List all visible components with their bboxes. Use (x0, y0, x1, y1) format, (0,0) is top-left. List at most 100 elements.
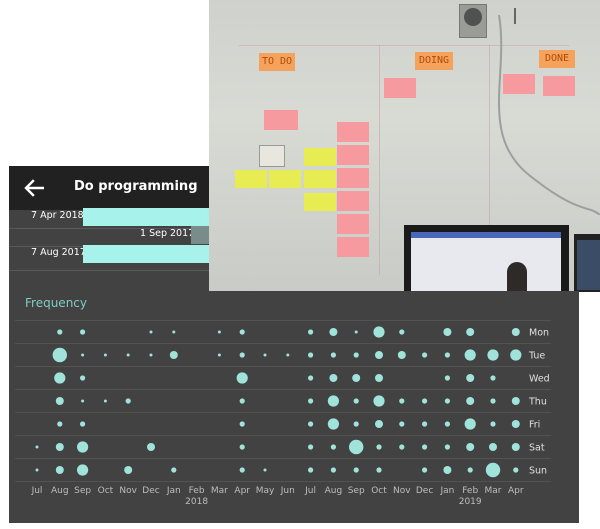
cable (498, 15, 600, 215)
sticky-note (337, 214, 369, 234)
frequency-dot (511, 420, 520, 428)
frequency-dot (263, 468, 267, 472)
frequency-dot (81, 353, 85, 357)
frequency-dot (239, 398, 245, 404)
month-label: Feb (462, 486, 478, 496)
frequency-dot (489, 443, 497, 451)
frequency-dot (327, 395, 339, 407)
month-label: Nov (393, 486, 411, 496)
month-label: Sep (348, 486, 365, 496)
frequency-dot (35, 468, 39, 472)
frequency-dot (375, 420, 383, 428)
frequency-dot (80, 421, 86, 427)
frequency-dot (443, 466, 452, 474)
month-label: Aug (51, 486, 69, 496)
frequency-dot (308, 329, 314, 335)
month-label: May (256, 486, 275, 496)
frequency-dot (422, 398, 428, 404)
month-label: Dec (416, 486, 433, 496)
frequency-dot (239, 467, 245, 473)
frequency-dot (444, 375, 450, 381)
frequency-dot (171, 467, 177, 473)
frequency-dot (55, 466, 64, 474)
monitor-screen (577, 240, 600, 290)
frequency-dot (149, 330, 153, 334)
frequency-panel: Frequency Mon Tue Wed Thu Fri Sat Sun Jul Aug Sep… (9, 291, 579, 523)
frequency-dot (511, 443, 520, 451)
frequency-dot (308, 352, 314, 358)
sticky-note (235, 170, 267, 188)
frequency-dot (81, 399, 85, 403)
frequency-dot (330, 467, 336, 473)
weekday-label: Tue (528, 351, 545, 362)
frequency-dot (149, 353, 153, 357)
frequency-dot (444, 421, 450, 427)
year-label: 2018 (185, 497, 208, 507)
frequency-dot (490, 375, 496, 381)
history-date: 7 Aug 2017 (31, 247, 86, 258)
frequency-dot (353, 421, 359, 427)
column-header: DOING (415, 52, 453, 70)
frequency-dot (511, 328, 520, 336)
weekday-label: Wed (529, 374, 550, 385)
frequency-dot (172, 330, 176, 334)
screenshot-collage: Do programming 7 Apr 2018 1 Sep 2017 7 A… (0, 0, 600, 529)
frequency-dot (353, 352, 359, 358)
frequency-dot (308, 375, 314, 381)
weekday-label: Fri (529, 420, 540, 431)
frequency-dot (77, 441, 89, 453)
frequency-dot (444, 352, 450, 358)
sticky-note (304, 193, 336, 211)
sticky-note (337, 122, 369, 142)
frequency-dot (125, 398, 131, 404)
monitor-titlebar (411, 232, 561, 238)
frequency-dot (397, 351, 406, 359)
frequency-dot (57, 329, 63, 335)
arrow-left-icon[interactable] (24, 179, 44, 197)
frequency-dot (169, 351, 178, 359)
frequency-dot (77, 464, 89, 476)
frequency-dot (373, 395, 385, 407)
sticky-note (269, 170, 301, 188)
frequency-dot (239, 329, 245, 335)
frequency-dot (466, 443, 475, 451)
light-switch (259, 145, 285, 167)
sticky-note (337, 237, 369, 257)
month-label: Mar (485, 486, 502, 496)
board-line (379, 45, 380, 275)
month-label: Aug (325, 486, 343, 496)
frequency-dot (124, 466, 133, 474)
frequency-dot (329, 328, 338, 336)
month-label: Sep (74, 486, 91, 496)
frequency-dot (376, 444, 382, 450)
sticky-note (337, 168, 369, 188)
frequency-dot (422, 352, 428, 358)
frequency-dot (353, 398, 359, 404)
frequency-dot (103, 399, 107, 403)
history-date: 1 Sep 2017 (140, 228, 195, 239)
frequency-dot (464, 418, 476, 430)
frequency-dot (444, 444, 450, 450)
history-date: 7 Apr 2018 (31, 210, 84, 221)
sticky-note (304, 170, 336, 188)
frequency-dot (80, 329, 86, 335)
habit-detail-card: Do programming 7 Apr 2018 1 Sep 2017 7 A… (9, 166, 239, 291)
frequency-dot (490, 421, 496, 427)
frequency-dot (373, 326, 385, 338)
frequency-dot (239, 421, 245, 427)
frequency-dot (490, 398, 496, 404)
frequency-dot (308, 467, 314, 473)
frequency-dot (80, 375, 86, 381)
frequency-dot (236, 372, 248, 384)
frequency-dot (263, 353, 267, 357)
frequency-dot (57, 421, 63, 427)
frequency-dot (399, 444, 405, 450)
frequency-dot (466, 374, 475, 382)
sticky-note (503, 74, 535, 94)
frequency-dot (487, 349, 499, 361)
month-label: Jul (31, 486, 43, 496)
frequency-dot (510, 349, 522, 361)
page-title: Do programming (74, 179, 198, 194)
frequency-dot (353, 467, 359, 473)
sticky-note (384, 78, 416, 98)
